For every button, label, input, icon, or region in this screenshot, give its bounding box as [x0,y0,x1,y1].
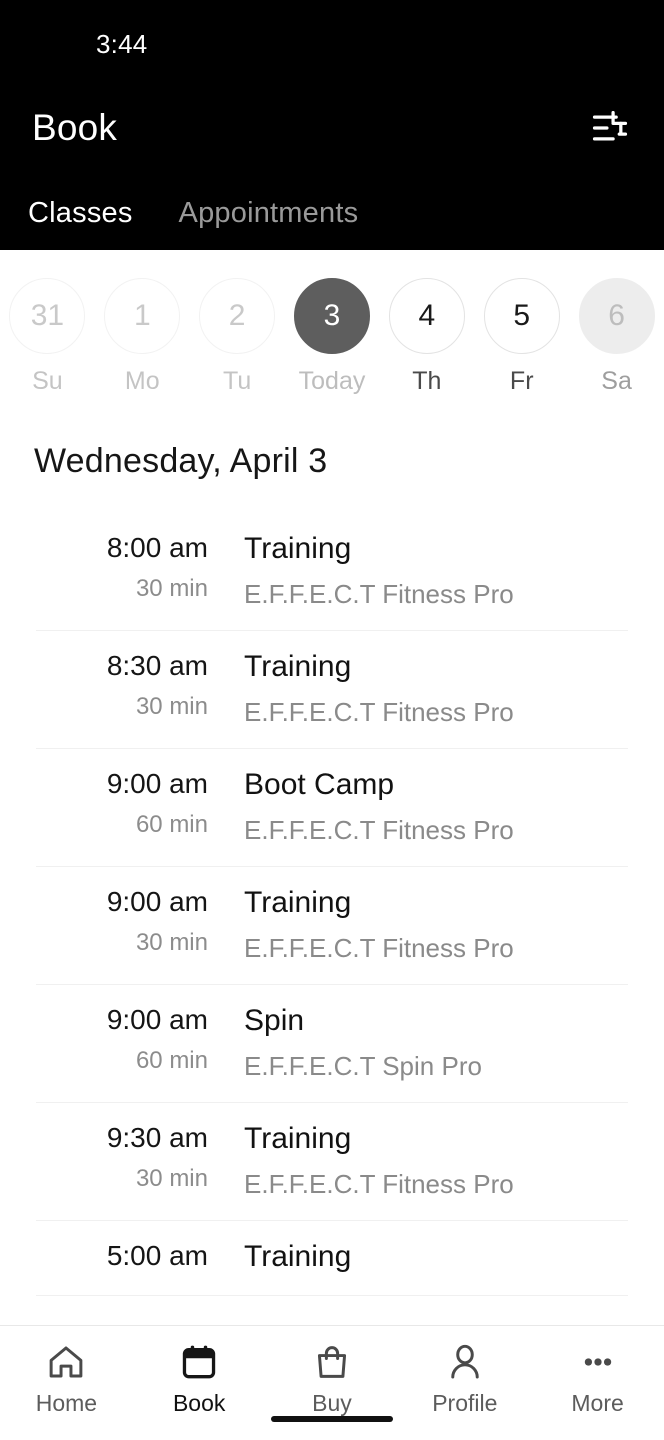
date-circle: 5 [483,278,560,354]
row-time-column: 9:30 am 30 min [36,1121,208,1200]
schedule-list: 8:00 am 30 min Training E.F.F.E.C.T Fitn… [0,513,664,1296]
row-info-column: Training E.F.F.E.C.T Fitness Pro [208,885,514,964]
nav-label: Profile [432,1390,498,1416]
date-circle: 2 [199,278,276,354]
date-item-4[interactable]: 4 Th [379,278,474,400]
class-location: E.F.F.E.C.T Fitness Pro [244,815,514,845]
row-time-column: 8:00 am 30 min [36,531,208,610]
app-header: 3:44 Book Classes Appointments [0,0,664,250]
nav-item-profile[interactable]: Profile [398,1340,531,1417]
nav-item-book[interactable]: Book [133,1340,266,1417]
row-info-column: Training E.F.F.E.C.T Fitness Pro [208,1121,514,1200]
date-weekday-label: Tu [223,367,252,395]
class-name: Training [244,886,352,919]
date-weekday-label: Su [32,367,63,395]
tab-appointments[interactable]: Appointments [175,197,363,230]
table-row[interactable]: 8:30 am 30 min Training E.F.F.E.C.T Fitn… [36,631,628,749]
class-name: Training [244,1122,352,1155]
table-row[interactable]: 9:00 am 60 min Boot Camp E.F.F.E.C.T Fit… [36,749,628,867]
class-duration: 30 min [135,928,208,956]
date-item-31[interactable]: 31 Su [0,278,95,400]
class-duration: 30 min [135,692,208,720]
ellipsis-icon [578,1340,618,1384]
class-time: 8:30 am [106,650,208,681]
date-circle: 1 [104,278,181,354]
class-name: Spin [244,1004,305,1037]
row-time-column: 9:00 am 30 min [36,885,208,964]
class-time: 5:00 am [106,1240,208,1271]
date-item-5[interactable]: 5 Fr [474,278,569,400]
bottom-navigation: Home Book Buy Profile More [0,1325,664,1440]
day-heading: Wednesday, April 3 [34,442,328,480]
nav-label: Buy [312,1390,352,1416]
row-time-column: 9:00 am 60 min [36,1003,208,1082]
row-info-column: Boot Camp E.F.F.E.C.T Fitness Pro [208,767,514,846]
date-circle: 4 [388,278,465,354]
bag-icon [312,1340,352,1384]
tab-classes[interactable]: Classes [24,197,137,230]
class-name: Training [244,532,352,565]
table-row-partial[interactable]: 5:00 am Training [36,1221,628,1296]
calendar-icon [179,1340,219,1384]
row-info-column: Spin E.F.F.E.C.T Spin Pro [208,1003,482,1082]
date-circle: 31 [9,278,86,354]
date-weekday-label: Th [412,367,442,395]
class-location: E.F.F.E.C.T Spin Pro [244,1051,482,1081]
date-weekday-label: Mo [124,367,160,395]
row-time-column: 8:30 am 30 min [36,649,208,728]
class-time: 9:00 am [106,886,208,917]
class-location: E.F.F.E.C.T Fitness Pro [244,933,514,963]
row-time-column: 5:00 am [36,1239,208,1275]
class-location: E.F.F.E.C.T Fitness Pro [244,1169,514,1199]
page-title: Book [32,107,118,148]
date-weekday-label: Today [298,367,366,395]
class-name: Boot Camp [244,768,395,801]
class-duration: 30 min [135,574,208,602]
table-row[interactable]: 8:00 am 30 min Training E.F.F.E.C.T Fitn… [36,513,628,631]
tune-sliders-icon [592,111,628,141]
class-duration: 60 min [135,810,208,838]
filter-button[interactable] [586,104,634,152]
row-info-column: Training E.F.F.E.C.T Fitness Pro [208,649,514,728]
class-time: 9:00 am [106,1004,208,1035]
date-item-1[interactable]: 1 Mo [95,278,190,400]
home-indicator [271,1416,393,1422]
date-item-2[interactable]: 2 Tu [190,278,285,400]
nav-item-buy[interactable]: Buy [266,1340,399,1417]
class-time: 9:30 am [106,1122,208,1153]
class-duration: 60 min [135,1046,208,1074]
person-icon [445,1340,485,1384]
status-bar: 3:44 [0,0,664,88]
status-bar-clock: 3:44 [96,28,148,59]
row-info-column: Training [208,1239,351,1275]
date-circle: 6 [578,278,655,354]
date-selector-strip: 31 Su 1 Mo 2 Tu 3 Today 4 Th 5 Fr 6 Sa [0,250,664,400]
class-location: E.F.F.E.C.T Fitness Pro [244,697,514,727]
class-location: E.F.F.E.C.T Fitness Pro [244,579,514,609]
date-weekday-label: Fr [509,367,534,395]
header-tabs: Classes Appointments [0,168,664,250]
row-time-column: 9:00 am 60 min [36,767,208,846]
nav-item-more[interactable]: More [531,1340,664,1417]
date-circle-selected: 3 [294,278,370,354]
class-name: Training [244,1240,352,1273]
nav-item-home[interactable]: Home [0,1340,133,1417]
table-row[interactable]: 9:00 am 60 min Spin E.F.F.E.C.T Spin Pro [36,985,628,1103]
table-row[interactable]: 9:00 am 30 min Training E.F.F.E.C.T Fitn… [36,867,628,985]
nav-label: More [571,1390,624,1416]
nav-label: Book [172,1390,226,1416]
class-duration: 30 min [135,1164,208,1192]
table-row[interactable]: 9:30 am 30 min Training E.F.F.E.C.T Fitn… [36,1103,628,1221]
class-name: Training [244,650,352,683]
class-time: 8:00 am [106,532,208,563]
row-info-column: Training E.F.F.E.C.T Fitness Pro [208,531,514,610]
date-weekday-label: Sa [601,367,632,395]
home-icon [46,1340,86,1384]
header-title-row: Book [0,88,664,168]
class-time: 9:00 am [106,768,208,799]
nav-label: Home [35,1390,98,1416]
date-item-6[interactable]: 6 Sa [569,278,664,400]
date-item-3-selected[interactable]: 3 Today [285,278,380,400]
